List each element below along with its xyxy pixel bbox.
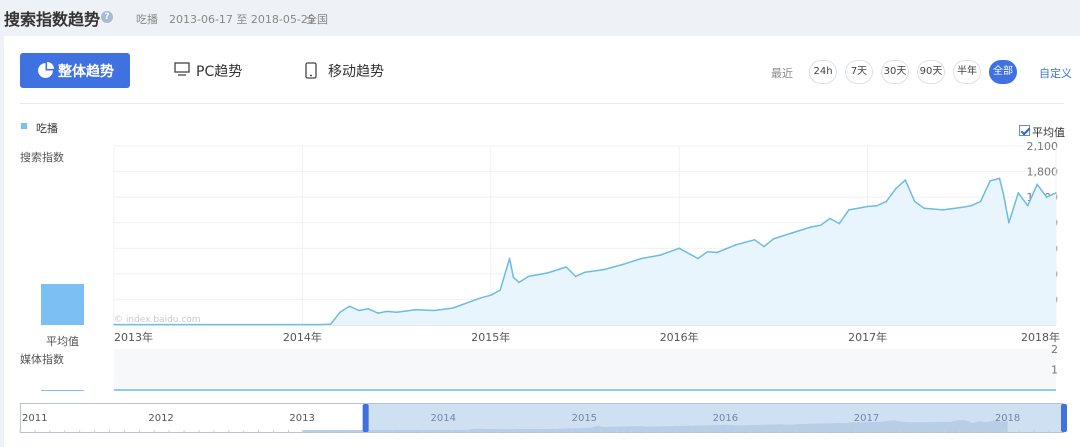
data-point [847,209,850,211]
data-point [603,268,605,271]
data-point [546,272,549,274]
data-point [329,323,332,325]
data-point [819,224,822,227]
x-tick-label: 2014年 [283,330,322,344]
data-point [414,308,417,311]
data-point [979,200,982,203]
data-point [942,209,944,211]
media-y-tick-label: 1 [1051,364,1058,377]
data-point [734,244,737,246]
data-point [348,305,351,308]
data-point [961,206,963,209]
data-point [433,309,436,312]
navigator-tick-label: 2011 [22,413,47,424]
data-point [499,289,502,291]
page-title: 搜索指数趋势 [4,10,101,29]
data-point [791,232,794,234]
data-point [621,263,624,266]
data-point [395,311,398,314]
data-point [339,311,341,314]
data-point [989,180,991,182]
data-point [320,323,323,326]
navigator-tick-label: 2015 [572,413,597,424]
data-point [857,207,859,210]
data-point [1002,192,1005,194]
data-point [706,250,709,253]
keyword-text: 吃播 [136,13,158,26]
data-point [763,245,765,248]
x-tick-label: 2018年 [1021,330,1060,344]
data-point [1045,196,1048,198]
top-bar: 搜索指数趋势 ? 吃播 2013-06-17 至 2018-05-25 全国 [0,0,1080,36]
data-point [810,226,812,228]
y-tick-label: 2,100 [1027,140,1059,153]
data-point [386,310,388,313]
data-point [113,323,115,326]
data-point [1017,192,1020,194]
data-point [876,204,878,207]
data-point [574,275,577,278]
x-tick-label: 2015年 [471,330,510,344]
data-point [518,281,520,284]
help-icon[interactable]: ? [101,11,113,23]
navigator-tick-label: 2014 [431,413,456,424]
data-point [838,222,841,225]
data-point [471,300,473,302]
data-point [678,247,680,250]
data-point [207,323,209,326]
navigator-tick-label: 2017 [854,413,879,424]
data-point [301,323,304,326]
trend-panel: 整体趋势 PC趋势 移动趋势 最近 24h 7天 30天 90天 半年 全部 自… [4,36,1080,447]
navigator-tick-label: 2016 [713,413,738,424]
data-point [490,294,492,296]
data-point [923,207,925,210]
data-point [1036,183,1038,186]
data-point [772,238,775,240]
data-point [452,307,454,309]
data-point [904,179,907,181]
navigator-tick-label: 2012 [148,413,173,424]
data-point [753,238,756,241]
y-tick-label: 1,800 [1027,166,1059,179]
data-point [565,266,567,268]
media-plot-background [114,349,1056,390]
data-point [829,217,831,220]
data-point [527,275,530,278]
data-point [716,251,718,254]
data-point [508,257,511,260]
data-point [584,271,586,273]
data-point [1026,204,1029,207]
data-point [970,204,973,207]
data-point [998,177,1001,180]
x-tick-label: 2017年 [848,330,887,344]
x-tick-label: 2013年 [114,330,153,344]
date-range-text: 2013-06-17 至 2018-05-25 [169,13,315,26]
data-point [866,205,869,208]
navigator-tick-label: 2018 [995,413,1020,424]
data-point [367,308,370,310]
data-point [1055,192,1057,194]
watermark: © index.baidu.com [114,315,201,325]
data-point [697,257,699,260]
x-tick-label: 2016年 [660,330,699,344]
data-point [659,254,662,256]
navigator-left-handle[interactable] [362,404,369,432]
media-y-tick-label: 2 [1051,343,1058,356]
navigator-tick-label: 2013 [289,413,314,424]
data-point [913,200,916,203]
data-point [895,187,897,190]
data-point [640,257,643,260]
data-point [885,200,888,203]
data-point [512,276,515,279]
trend-chart: 3006009001,2001,5001,8002,1002013年2014年2… [19,140,1067,433]
navigator-right-handle[interactable] [1061,404,1067,432]
region-text: 全国 [306,13,328,26]
data-point [376,312,379,314]
data-point [358,309,360,312]
data-point [480,296,483,299]
data-point [1008,221,1010,224]
